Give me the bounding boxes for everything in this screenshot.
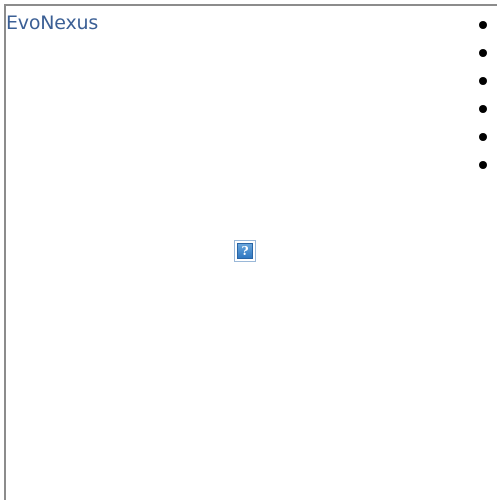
bullet-icon xyxy=(479,21,487,29)
bullet-icon xyxy=(479,133,487,141)
nav-list xyxy=(476,14,492,182)
nav-item-4[interactable] xyxy=(476,98,492,126)
page: EvoNexus ? xyxy=(0,0,497,500)
nav-item-6[interactable] xyxy=(476,154,492,182)
nav-item-3[interactable] xyxy=(476,70,492,98)
broken-image-icon: ? xyxy=(234,240,256,262)
bullet-icon xyxy=(479,105,487,113)
bullet-icon xyxy=(479,161,487,169)
brand-link[interactable]: EvoNexus xyxy=(6,11,98,35)
question-mark-icon: ? xyxy=(237,243,253,259)
bullet-icon xyxy=(479,77,487,85)
nav-item-1[interactable] xyxy=(476,14,492,42)
bullet-icon xyxy=(479,49,487,57)
nav-item-2[interactable] xyxy=(476,42,492,70)
nav-item-5[interactable] xyxy=(476,126,492,154)
